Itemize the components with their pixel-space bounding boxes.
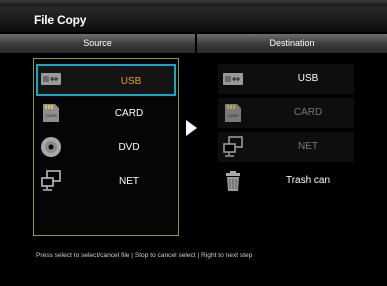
svg-text:CARD: CARD: [227, 113, 238, 118]
window-title: File Copy: [34, 13, 87, 27]
destination-item-card[interactable]: CARD CARD: [218, 98, 354, 128]
source-item-label: USB: [120, 76, 142, 87]
usb-icon: [222, 68, 244, 90]
source-item-label: NET: [119, 176, 139, 187]
source-item-dvd[interactable]: DVD: [36, 132, 176, 164]
network-icon: [40, 170, 62, 192]
trash-icon: [222, 170, 244, 192]
card-icon: CARD: [40, 102, 62, 124]
destination-column-header: Destination: [197, 34, 387, 53]
destination-item-usb[interactable]: USB: [218, 64, 354, 94]
card-icon: CARD: [222, 102, 244, 124]
destination-item-label: NET: [298, 141, 318, 152]
destination-item-net[interactable]: NET: [218, 132, 354, 162]
source-item-card[interactable]: CARD CARD: [36, 98, 176, 130]
destination-item-label: USB: [297, 73, 319, 84]
source-item-usb[interactable]: USB: [36, 64, 176, 96]
dvd-icon: [40, 136, 62, 158]
svg-text:CARD: CARD: [45, 113, 56, 118]
footer-hint: Press select to select/cancel file | Sto…: [36, 252, 253, 259]
source-item-net[interactable]: NET: [36, 166, 176, 198]
destination-item-label: CARD: [293, 107, 323, 118]
source-item-label: CARD: [114, 108, 144, 119]
destination-item-label: Trash can: [285, 175, 331, 186]
title-bar: File Copy: [0, 6, 387, 32]
source-item-label: DVD: [118, 142, 140, 153]
network-icon: [222, 136, 244, 158]
usb-icon: [40, 68, 62, 90]
source-column-header: Source: [0, 34, 195, 53]
next-step-arrow-icon: [186, 120, 197, 136]
destination-item-trash[interactable]: Trash can: [218, 166, 354, 196]
